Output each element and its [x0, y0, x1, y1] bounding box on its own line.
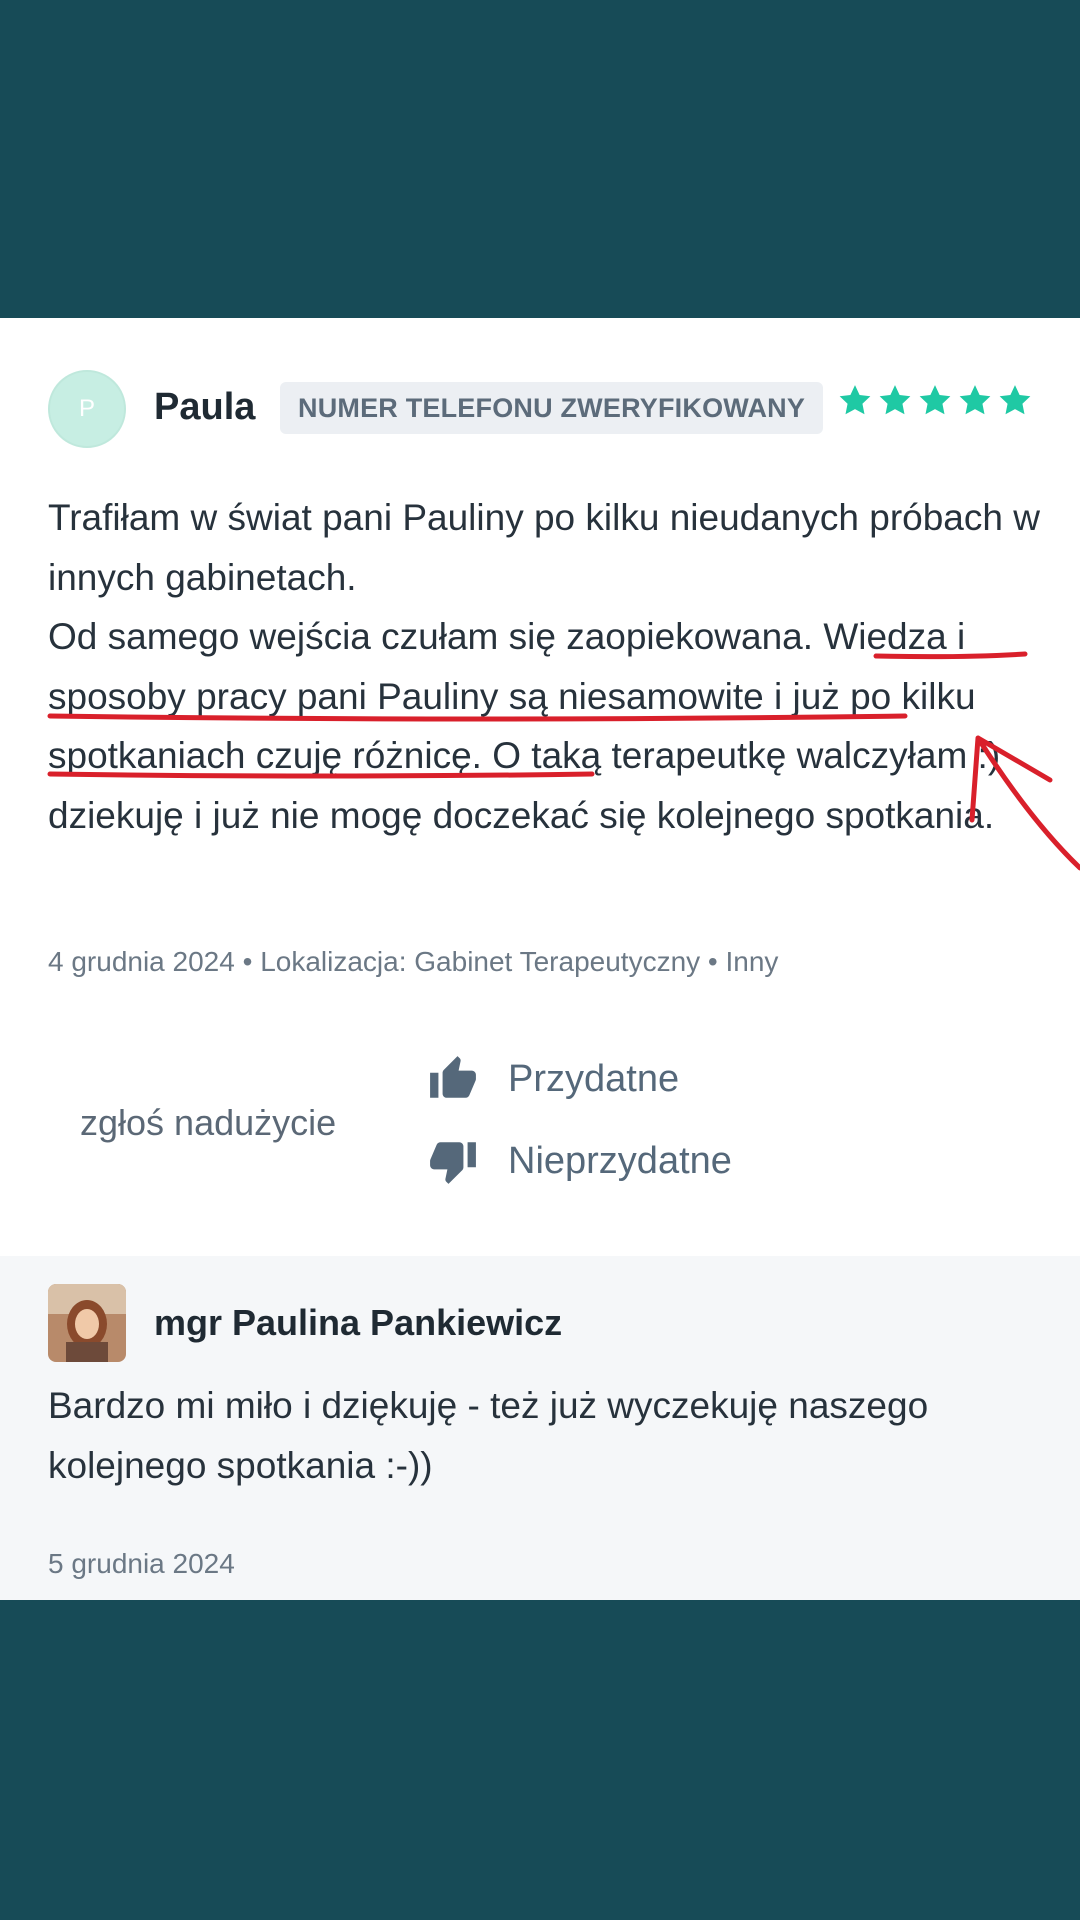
report-abuse-link[interactable]: zgłoś nadużycie: [80, 1102, 336, 1144]
reply-text: Bardzo mi miło i dziękuję - też już wycz…: [48, 1385, 929, 1486]
reply-date: 5 grudnia 2024: [48, 1548, 235, 1579]
review-meta: 4 grudnia 2024 • Lokalizacja: Gabinet Te…: [48, 946, 779, 977]
star-icon: [919, 385, 951, 415]
not-helpful-label: Nieprzydatne: [508, 1139, 732, 1182]
helpful-label: Przydatne: [508, 1057, 680, 1100]
helpful-button[interactable]: Przydatne: [428, 1054, 679, 1104]
therapist-avatar: [48, 1284, 126, 1362]
thumbs-down-icon: [430, 1142, 476, 1184]
review-section: P Paula NUMER TELEFONU ZWERYFIKOWANY Tra…: [0, 318, 1080, 1256]
verified-badge: NUMER TELEFONU ZWERYFIKOWANY: [280, 382, 824, 434]
rating-stars: [836, 382, 1034, 420]
not-helpful-button[interactable]: Nieprzydatne: [428, 1136, 732, 1186]
review-card: P Paula NUMER TELEFONU ZWERYFIKOWANY Tra…: [0, 318, 1080, 1600]
therapist-reply: mgr Paulina Pankiewicz Bardzo mi miło i …: [0, 1256, 1080, 1600]
star-icon: [999, 385, 1031, 415]
review-paragraph-2: Od samego wejścia czułam się zaopiekowan…: [48, 616, 1001, 836]
review-paragraph-1: Trafiłam w świat pani Pauliny po kilku n…: [48, 497, 1040, 598]
reply-author: mgr Paulina Pankiewicz: [154, 1302, 563, 1343]
review-author: Paula: [154, 386, 256, 428]
review-text: Trafiłam w świat pani Pauliny po kilku n…: [48, 488, 1048, 845]
star-icon: [959, 385, 991, 415]
thumbs-up-icon: [430, 1056, 476, 1098]
star-icon: [839, 385, 871, 415]
user-avatar: P: [48, 370, 126, 448]
avatar-letter: P: [78, 395, 95, 422]
star-icon: [879, 385, 911, 415]
